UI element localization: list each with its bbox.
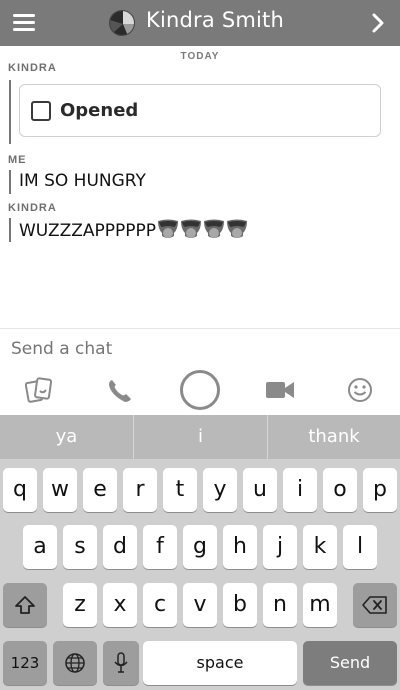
emoji-group [157, 219, 249, 244]
sticker-icon[interactable] [25, 377, 53, 403]
conversation[interactable]: TODAY KINDRA Opened ME IM SO HUNGRY KIND… [0, 46, 400, 328]
key[interactable]: y [203, 468, 237, 512]
key[interactable]: k [303, 525, 337, 569]
key[interactable]: u [243, 468, 277, 512]
phone-icon[interactable] [106, 377, 134, 405]
message-divider [9, 170, 11, 194]
shift-icon [15, 596, 35, 614]
keyboard: ya i thank q w e r t y u i o p a s d f g… [0, 415, 400, 690]
space-key[interactable]: space [143, 641, 297, 685]
key[interactable]: s [63, 525, 97, 569]
message-text-content: WUZZZAPPPPPP [19, 221, 157, 241]
key[interactable]: c [143, 583, 177, 627]
tongue-emoji-icon [204, 219, 225, 238]
key[interactable]: a [23, 525, 57, 569]
backspace-icon [362, 596, 387, 614]
tongue-emoji-icon [181, 219, 202, 238]
chat-screen: Kindra Smith TODAY KINDRA Opened ME IM S… [0, 0, 400, 690]
dictation-key[interactable] [103, 641, 139, 685]
sender-label: KINDRA [8, 62, 57, 74]
emoji-icon[interactable] [347, 377, 373, 403]
key[interactable]: m [303, 583, 337, 627]
chat-input[interactable] [11, 339, 381, 359]
key[interactable]: p [363, 468, 397, 512]
key[interactable]: h [223, 525, 257, 569]
key[interactable]: v [183, 583, 217, 627]
key[interactable]: l [343, 525, 377, 569]
key[interactable]: e [83, 468, 117, 512]
message-divider [9, 80, 11, 144]
key[interactable]: q [3, 468, 37, 512]
suggestion[interactable]: thank [268, 415, 400, 459]
key[interactable]: f [143, 525, 177, 569]
key[interactable]: w [43, 468, 77, 512]
key[interactable]: r [123, 468, 157, 512]
tongue-emoji-icon [158, 219, 179, 238]
key[interactable]: t [163, 468, 197, 512]
chat-actions [0, 370, 400, 415]
video-icon[interactable] [265, 379, 295, 401]
sender-label: KINDRA [8, 202, 57, 214]
suggestion[interactable]: ya [0, 415, 133, 459]
message-divider [9, 218, 11, 242]
microphone-icon [114, 652, 128, 673]
key[interactable]: b [223, 583, 257, 627]
compose-bar [0, 328, 400, 370]
key[interactable]: z [63, 583, 97, 627]
suggestion-bar: ya i thank [0, 415, 400, 459]
opened-status-card[interactable]: Opened [19, 84, 381, 137]
sender-label: ME [8, 154, 27, 166]
key[interactable]: g [183, 525, 217, 569]
numbers-key[interactable]: 123 [3, 641, 47, 685]
backspace-key[interactable] [353, 583, 397, 627]
capture-button[interactable] [180, 370, 220, 410]
key[interactable]: j [263, 525, 297, 569]
day-label: TODAY [180, 51, 220, 62]
key[interactable]: d [103, 525, 137, 569]
opened-status-label: Opened [60, 100, 139, 121]
key[interactable]: o [323, 468, 357, 512]
message-text[interactable]: WUZZZAPPPPPP [19, 219, 249, 244]
key[interactable]: x [103, 583, 137, 627]
menu-icon[interactable] [13, 14, 35, 32]
avatar[interactable] [109, 10, 135, 36]
key[interactable]: n [263, 583, 297, 627]
send-key[interactable]: Send [303, 641, 397, 685]
checkbox-icon [31, 101, 51, 121]
tongue-emoji-icon [227, 219, 248, 238]
suggestion[interactable]: i [134, 415, 267, 459]
chat-title[interactable]: Kindra Smith [146, 8, 284, 32]
shift-key[interactable] [3, 583, 47, 627]
message-text[interactable]: IM SO HUNGRY [19, 171, 146, 191]
globe-key[interactable] [53, 641, 97, 685]
header-bar: Kindra Smith [0, 0, 400, 46]
chevron-right-icon[interactable] [372, 13, 384, 33]
key[interactable]: i [283, 468, 317, 512]
globe-icon [65, 653, 85, 673]
